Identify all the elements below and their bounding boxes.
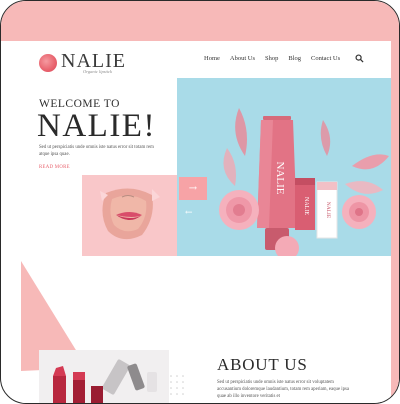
slider-prev-button[interactable]: ← [185,208,193,218]
hero-description: Sed ut perspiciatis unde omnis iste natu… [39,145,154,157]
about-text: Sed ut perspiciatis unde omnis iste natu… [217,380,350,400]
web-page: NALIE Organic lipstick Home About Us Sho… [21,41,391,403]
browser-frame: NALIE Organic lipstick Home About Us Sho… [0,0,400,404]
rose-logo-icon [39,53,57,72]
box-brand-text: NALIE [303,197,309,215]
logo-tagline: Organic lipstick [83,69,112,74]
nav-home[interactable]: Home [204,55,220,62]
lipsticks-photo [39,350,169,403]
search-icon[interactable] [355,54,364,63]
read-more-link[interactable]: READ MORE [39,165,70,170]
nav-blog[interactable]: Blog [288,55,301,62]
lips-thumbnail[interactable] [82,175,177,256]
about-title: ABOUT US [217,355,308,374]
top-band [1,1,399,41]
logo-text: NALIE Organic lipstick [61,51,126,75]
about-lipstick-image [39,350,169,403]
hero-slider-image: NALIE NALIE NALIE [177,78,391,256]
arrow-left-icon: ← [185,208,193,218]
main-nav: Home About Us Shop Blog Contact Us [204,55,340,62]
cosmetics-illustration: NALIE NALIE NALIE [219,108,389,256]
site-logo[interactable]: NALIE Organic lipstick [39,51,126,75]
white-tube-text: NALIE [325,202,331,219]
hero-brand-title: NALIE! [37,108,156,144]
nav-contact-us[interactable]: Contact Us [311,55,340,62]
slider-next-button[interactable]: → [179,177,207,200]
logo-name: NALIE [61,50,126,72]
lips-photo [82,175,177,256]
nav-shop[interactable]: Shop [265,55,278,62]
nav-about-us[interactable]: About Us [230,55,255,62]
arrow-right-icon: → [188,183,198,194]
tube-brand-text: NALIE [274,162,286,195]
